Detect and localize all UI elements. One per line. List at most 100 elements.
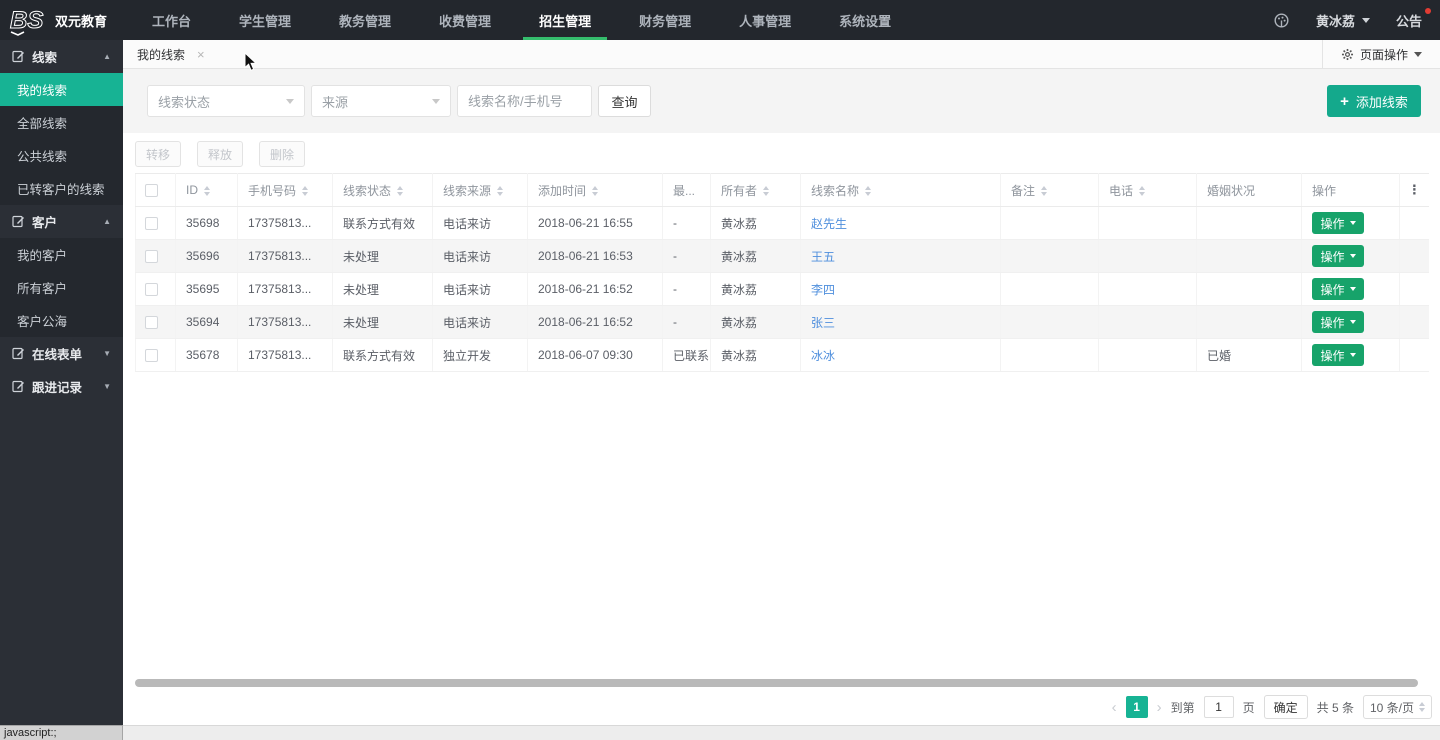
lead-name-link[interactable]: 冰冰: [811, 349, 835, 363]
sidebar-entry[interactable]: 我的线索: [0, 73, 123, 106]
nav-item[interactable]: 工作台: [136, 0, 207, 40]
page-actions-menu[interactable]: 页面操作: [1321, 40, 1440, 68]
chevron-down-icon: [1414, 51, 1422, 57]
row-checkbox[interactable]: [145, 217, 158, 231]
cell-marital: [1196, 239, 1302, 273]
row-action-label: 操作: [1320, 348, 1345, 363]
column-header[interactable]: 手机号码: [237, 173, 333, 207]
nav-item[interactable]: 招生管理: [523, 0, 608, 40]
sidebar-entry-label: 所有客户: [17, 282, 68, 296]
sidebar-entry[interactable]: 公共线索: [0, 139, 123, 172]
sort-icon[interactable]: [302, 186, 309, 197]
bulk-action-button[interactable]: 删除: [259, 141, 306, 167]
sort-icon[interactable]: [1041, 186, 1048, 197]
row-checkbox[interactable]: [145, 349, 158, 363]
sidebar-entry[interactable]: 线索 ▲: [0, 40, 123, 73]
cell-last: -: [662, 305, 711, 339]
sort-icon[interactable]: [397, 186, 404, 197]
row-checkbox[interactable]: [145, 250, 158, 264]
column-header[interactable]: 备注: [1000, 173, 1099, 207]
select-all-checkbox[interactable]: [145, 184, 158, 198]
sidebar-entry[interactable]: 我的客户: [0, 238, 123, 271]
sidebar-entry[interactable]: 客户公海: [0, 304, 123, 337]
column-header[interactable]: 所有者: [710, 173, 801, 207]
column-header-label: 线索名称: [811, 183, 860, 198]
add-lead-button[interactable]: + 添加线索: [1327, 85, 1421, 117]
sidebar-entry[interactable]: 已转客户的线索: [0, 172, 123, 205]
section-chevron-icon: ▼: [103, 382, 111, 391]
goto-label: 到第: [1170, 700, 1195, 715]
lead-name-link[interactable]: 张三: [811, 316, 835, 330]
next-page-icon[interactable]: ›: [1157, 700, 1162, 715]
palette-icon[interactable]: [1273, 12, 1290, 29]
nav-item[interactable]: 系统设置: [823, 0, 907, 40]
cell-id: 35695: [175, 272, 238, 306]
bulk-action-button[interactable]: 转移: [135, 141, 182, 167]
sidebar-entry[interactable]: 跟进记录 ▼: [0, 370, 123, 403]
main-nav: 工作台 学生管理 教务管理 收费管理 招生管理 财务管理 人事管理 系统设置: [128, 0, 915, 40]
cell-marital: [1196, 206, 1302, 240]
column-header[interactable]: 线索名称: [800, 173, 1001, 207]
column-header[interactable]: 电话: [1098, 173, 1197, 207]
column-header[interactable]: 最...: [662, 173, 711, 207]
page-layout: 线索 ▲ 我的线索 全部线索 公共线索 已转客户的线索 客户 ▲ 我的客户 所有…: [0, 40, 1440, 740]
column-header-label: 线索状态: [343, 183, 392, 198]
lead-name-link[interactable]: 赵先生: [811, 217, 847, 231]
tab-my-leads[interactable]: 我的线索 ×: [123, 40, 217, 68]
row-action-button[interactable]: 操作: [1312, 245, 1364, 267]
chevron-down-icon: [1349, 287, 1356, 291]
column-header[interactable]: 添加时间: [527, 173, 663, 207]
source-select[interactable]: 来源: [311, 85, 451, 117]
column-header[interactable]: 线索状态: [332, 173, 433, 207]
bulk-action-button[interactable]: 释放: [197, 141, 244, 167]
close-icon[interactable]: ×: [197, 48, 205, 61]
sort-icon[interactable]: [497, 186, 504, 197]
column-header[interactable]: 婚姻状况: [1196, 173, 1302, 207]
lead-name-link[interactable]: 王五: [811, 250, 835, 264]
page-number[interactable]: 1: [1125, 696, 1148, 718]
lead-name-link[interactable]: 李四: [811, 283, 835, 297]
search-button[interactable]: 查询: [598, 85, 651, 117]
page-size-select[interactable]: 10 条/页: [1362, 695, 1432, 719]
goto-page-input[interactable]: [1203, 696, 1234, 718]
nav-item[interactable]: 收费管理: [423, 0, 507, 40]
announcement-link[interactable]: 公告: [1396, 7, 1431, 30]
column-header[interactable]: 操作: [1301, 173, 1400, 207]
nav-item-label: 学生管理: [239, 13, 292, 29]
row-action-button[interactable]: 操作: [1312, 278, 1364, 300]
scrollbar-thumb[interactable]: [135, 679, 1418, 687]
chevron-down-icon: [286, 98, 294, 104]
user-menu[interactable]: 黄冰荔: [1316, 11, 1370, 30]
column-settings-icon[interactable]: ⋮: [1399, 173, 1429, 207]
sidebar-entry[interactable]: 在线表单 ▼: [0, 337, 123, 370]
nav-item[interactable]: 学生管理: [223, 0, 307, 40]
row-action-button[interactable]: 操作: [1312, 344, 1364, 366]
nav-item[interactable]: 教务管理: [323, 0, 407, 40]
sidebar-entry[interactable]: 所有客户: [0, 271, 123, 304]
prev-page-icon[interactable]: ‹: [1112, 700, 1117, 715]
keyword-input[interactable]: [457, 85, 592, 117]
row-action-button[interactable]: 操作: [1312, 311, 1364, 333]
nav-item[interactable]: 人事管理: [723, 0, 807, 40]
form-icon: [12, 215, 25, 228]
tab-label: 我的线索: [137, 47, 186, 62]
column-header[interactable]: 线索来源: [432, 173, 528, 207]
gear-icon: [1341, 48, 1354, 60]
lead-status-select[interactable]: 线索状态: [147, 85, 305, 117]
sort-icon[interactable]: [204, 185, 210, 196]
sort-icon[interactable]: [1139, 186, 1146, 197]
confirm-button[interactable]: 确定: [1263, 695, 1308, 719]
column-header[interactable]: ID: [175, 173, 238, 207]
column-header-label: 所有者: [721, 183, 758, 198]
row-checkbox[interactable]: [145, 316, 158, 330]
sort-icon[interactable]: [592, 186, 599, 197]
nav-item[interactable]: 财务管理: [623, 0, 707, 40]
sidebar-entry[interactable]: 客户 ▲: [0, 205, 123, 238]
sidebar-entry[interactable]: 全部线索: [0, 106, 123, 139]
sort-icon[interactable]: [865, 186, 872, 197]
cell-last: -: [662, 239, 711, 273]
sort-icon[interactable]: [763, 186, 770, 197]
cell-remark: [1000, 338, 1099, 372]
row-action-button[interactable]: 操作: [1312, 212, 1364, 234]
row-checkbox[interactable]: [145, 283, 158, 297]
